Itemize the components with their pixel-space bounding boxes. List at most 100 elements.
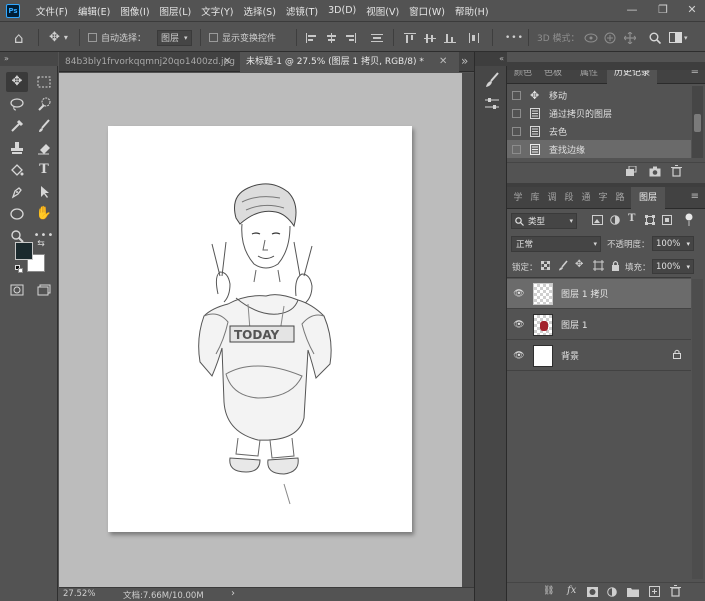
pen-tool-icon[interactable] bbox=[6, 182, 28, 202]
brush-settings-icon[interactable] bbox=[484, 72, 500, 88]
move-tool-preset-icon[interactable]: ✥ ▾ bbox=[49, 22, 68, 53]
restore-button[interactable]: ❐ bbox=[655, 2, 671, 18]
history-entry[interactable]: ✥ 移动 bbox=[507, 86, 691, 104]
hand-tool-icon[interactable]: ✋ bbox=[33, 204, 55, 224]
menu-filter[interactable]: 滤镜(T) bbox=[286, 4, 318, 18]
tab-layers[interactable]: 图层 bbox=[631, 187, 665, 209]
align-left-edges-icon[interactable] bbox=[306, 22, 318, 53]
distribute-horizontal-icon[interactable] bbox=[468, 22, 480, 53]
tab-learn[interactable]: 学 bbox=[511, 187, 525, 209]
filter-smart-object-icon[interactable] bbox=[662, 215, 672, 228]
menu-view[interactable]: 视图(V) bbox=[366, 4, 399, 18]
default-colors-icon[interactable] bbox=[15, 265, 23, 273]
canvas-area[interactable]: TODAY bbox=[59, 73, 462, 587]
tab-channels[interactable]: 通 bbox=[579, 187, 593, 209]
tools-collapse-bar[interactable]: » bbox=[0, 52, 58, 66]
roll-3d-icon[interactable] bbox=[604, 22, 616, 53]
orbit-3d-icon[interactable] bbox=[584, 22, 598, 53]
quick-mask-icon[interactable] bbox=[6, 280, 28, 300]
pan-3d-icon[interactable] bbox=[624, 22, 636, 53]
paint-bucket-icon[interactable] bbox=[6, 160, 28, 180]
menu-help[interactable]: 帮助(H) bbox=[455, 4, 489, 18]
layer-row[interactable]: 👁 背景 bbox=[507, 341, 691, 371]
scroll-thumb[interactable] bbox=[694, 114, 701, 132]
filter-adjustment-icon[interactable] bbox=[610, 215, 620, 228]
path-selection-icon[interactable] bbox=[33, 182, 55, 202]
adjustment-layer-icon[interactable] bbox=[607, 587, 617, 600]
trash-icon[interactable] bbox=[671, 165, 682, 180]
history-scrollbar[interactable] bbox=[692, 86, 703, 158]
align-right-edges-icon[interactable] bbox=[344, 22, 356, 53]
type-tool-icon[interactable]: T bbox=[33, 160, 55, 180]
history-entry[interactable]: 去色 bbox=[507, 122, 691, 140]
filter-pixel-icon[interactable] bbox=[592, 215, 603, 228]
distribute-vertical-icon[interactable] bbox=[371, 22, 383, 53]
lock-position-icon[interactable]: ✥ bbox=[575, 259, 583, 270]
layer-filter-dropdown[interactable]: 类型 ▾ bbox=[511, 213, 577, 229]
lock-icon[interactable] bbox=[673, 349, 681, 362]
delete-layer-trash-icon[interactable] bbox=[670, 585, 681, 600]
foreground-color-swatch[interactable] bbox=[15, 242, 33, 260]
menu-file[interactable]: 文件(F) bbox=[36, 4, 68, 18]
quick-selection-icon[interactable] bbox=[33, 94, 55, 114]
lasso-tool-icon[interactable] bbox=[6, 94, 28, 114]
document-canvas[interactable]: TODAY bbox=[108, 126, 412, 532]
align-bottom-edges-icon[interactable] bbox=[444, 22, 456, 53]
filter-toggle-icon[interactable] bbox=[685, 213, 693, 230]
lock-artboard-icon[interactable] bbox=[593, 260, 604, 274]
show-transform-checkbox[interactable]: 显示变换控件 bbox=[209, 22, 276, 53]
adjustments-sliders-icon[interactable] bbox=[484, 96, 500, 112]
visibility-eye-icon[interactable]: 👁 bbox=[513, 289, 525, 299]
menu-select[interactable]: 选择(S) bbox=[243, 4, 275, 18]
eyedropper-icon[interactable] bbox=[6, 116, 28, 136]
menu-image[interactable]: 图像(I) bbox=[120, 4, 149, 18]
lock-image-pixels-icon[interactable] bbox=[558, 260, 568, 274]
zoom-level[interactable]: 27.52% bbox=[63, 589, 95, 599]
visibility-eye-icon[interactable]: 👁 bbox=[513, 320, 525, 330]
workspace-icon[interactable]: ▾ bbox=[669, 22, 688, 53]
layer-name[interactable]: 背景 bbox=[561, 349, 579, 362]
menu-edit[interactable]: 编辑(E) bbox=[78, 4, 110, 18]
lock-all-icon[interactable] bbox=[611, 260, 620, 274]
blend-mode-dropdown[interactable]: 正常 ▾ bbox=[511, 236, 601, 252]
filter-shape-icon[interactable] bbox=[645, 215, 655, 228]
rectangular-marquee-icon[interactable] bbox=[33, 72, 55, 92]
strip-collapse-bar[interactable]: « bbox=[475, 52, 508, 66]
panel-menu-icon[interactable]: ≡ bbox=[691, 191, 699, 202]
brush-tool-icon[interactable] bbox=[33, 116, 55, 136]
menu-type[interactable]: 文字(Y) bbox=[201, 4, 233, 18]
move-tool-icon[interactable]: ✥ bbox=[6, 72, 28, 92]
visibility-eye-icon[interactable]: 👁 bbox=[513, 351, 525, 361]
menu-layer[interactable]: 图层(L) bbox=[160, 4, 192, 18]
status-menu-arrow[interactable]: › bbox=[231, 588, 235, 599]
search-icon[interactable] bbox=[649, 22, 661, 53]
align-vertical-centers-icon[interactable] bbox=[424, 22, 436, 53]
layers-scrollbar[interactable] bbox=[692, 279, 703, 579]
align-top-edges-icon[interactable] bbox=[404, 22, 416, 53]
history-entry[interactable]: 通过拷贝的图层 bbox=[507, 104, 691, 122]
tab-libraries[interactable]: 库 bbox=[528, 187, 542, 209]
close-tab-icon[interactable]: ✕ bbox=[439, 56, 447, 68]
camera-snapshot-icon[interactable] bbox=[649, 166, 661, 180]
layer-row[interactable]: 👁 图层 1 bbox=[507, 310, 691, 340]
link-layers-icon[interactable]: ⛓ bbox=[543, 586, 554, 596]
align-horizontal-centers-icon[interactable] bbox=[325, 22, 337, 53]
ellipse-tool-icon[interactable] bbox=[6, 204, 28, 224]
tab-source-image[interactable]: 84b3bly1frvorkqqmnj20qo1400zd.jpg bbox=[59, 52, 235, 72]
filter-type-icon[interactable]: T bbox=[628, 213, 635, 224]
new-group-folder-icon[interactable] bbox=[627, 587, 639, 600]
new-document-from-state-icon[interactable] bbox=[625, 165, 637, 180]
add-mask-icon[interactable] bbox=[587, 587, 598, 600]
snapshot-checkbox[interactable] bbox=[512, 108, 521, 118]
fill-input[interactable]: 100% ▾ bbox=[652, 259, 694, 274]
layer-name[interactable]: 图层 1 拷贝 bbox=[561, 287, 608, 300]
snapshot-checkbox[interactable] bbox=[512, 126, 521, 136]
layer-name[interactable]: 图层 1 bbox=[561, 318, 588, 331]
close-tab-icon[interactable]: ✕ bbox=[223, 56, 231, 68]
history-entry-selected[interactable]: 查找边缘 bbox=[507, 140, 691, 158]
tab-adjustments[interactable]: 调 bbox=[545, 187, 559, 209]
lock-transparent-pixels-icon[interactable] bbox=[540, 260, 551, 273]
close-window-button[interactable]: ✕ bbox=[684, 2, 700, 18]
menu-window[interactable]: 窗口(W) bbox=[409, 4, 445, 18]
minimize-button[interactable]: — bbox=[624, 2, 640, 18]
